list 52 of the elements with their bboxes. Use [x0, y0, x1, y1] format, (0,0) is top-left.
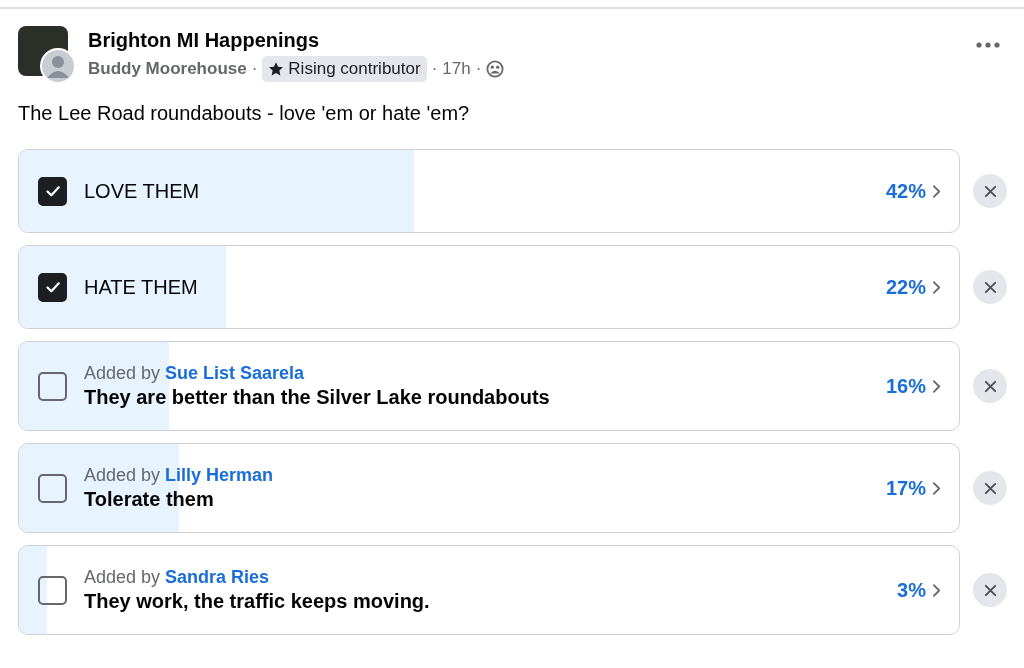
- more-icon: [976, 42, 1000, 48]
- close-icon: [982, 480, 998, 496]
- checkbox[interactable]: [38, 371, 67, 401]
- vote-percentage[interactable]: 42%: [885, 179, 926, 203]
- post-time[interactable]: 17h: [442, 59, 471, 79]
- remove-option-button[interactable]: [973, 471, 1007, 505]
- remove-option-button[interactable]: [973, 573, 1007, 607]
- badge-label: Rising contributor: [288, 59, 421, 79]
- checkbox[interactable]: [38, 575, 67, 605]
- remove-option-button[interactable]: [973, 369, 1007, 403]
- vote-percentage[interactable]: 22%: [885, 275, 926, 299]
- chevron-right-icon: [932, 378, 941, 394]
- close-icon: [982, 183, 998, 199]
- option-label: Tolerate them: [84, 487, 215, 512]
- remove-option-button[interactable]: [973, 270, 1007, 304]
- close-icon: [982, 279, 998, 295]
- poll-option[interactable]: Added by Sandra Ries They work, the traffic keeps moving. 3%: [18, 545, 960, 635]
- contributor-link[interactable]: Lilly Herman: [165, 464, 274, 486]
- separator: ·: [251, 59, 258, 79]
- poll-option[interactable]: Added by Lilly Herman Tolerate them 17%: [18, 443, 960, 533]
- checkbox[interactable]: [38, 272, 67, 302]
- option-label: LOVE THEM: [84, 179, 201, 204]
- chevron-right-icon: [932, 279, 941, 295]
- post-text: The Lee Road roundabouts - love 'em or hate 'em?: [17, 101, 471, 126]
- poll-option[interactable]: Added by Sue List Saarela They are better than the Silver Lake roundabouts 16%: [18, 341, 960, 431]
- vote-percentage[interactable]: 16%: [885, 374, 926, 398]
- separator: ·: [431, 59, 438, 79]
- poll-option[interactable]: LOVE THEM 42%: [18, 149, 960, 233]
- added-by-label: Added by: [84, 464, 161, 486]
- chevron-right-icon: [932, 582, 941, 598]
- group-name[interactable]: Brighton MI Happenings: [88, 27, 972, 53]
- added-by-label: Added by: [84, 362, 161, 384]
- checkbox[interactable]: [38, 176, 67, 206]
- option-label: They work, the traffic keeps moving.: [84, 589, 431, 614]
- author-name[interactable]: Buddy Moorehouse: [88, 59, 247, 79]
- close-icon: [982, 582, 998, 598]
- chevron-right-icon: [932, 183, 941, 199]
- option-label: HATE THEM: [84, 275, 199, 300]
- contributor-link[interactable]: Sue List Saarela: [165, 362, 305, 384]
- separator: ·: [475, 59, 482, 79]
- checkbox[interactable]: [38, 473, 67, 503]
- added-by-label: Added by: [84, 566, 161, 588]
- close-icon: [982, 378, 998, 394]
- chevron-right-icon: [932, 480, 941, 496]
- remove-option-button[interactable]: [973, 174, 1007, 208]
- contributor-link[interactable]: Sandra Ries: [165, 566, 270, 588]
- vote-percentage[interactable]: 17%: [885, 476, 926, 500]
- vote-percentage[interactable]: 3%: [897, 578, 926, 602]
- poll-option[interactable]: HATE THEM 22%: [18, 245, 960, 329]
- star-icon: [268, 61, 285, 77]
- group-avatar-drawing[interactable]: [18, 26, 76, 84]
- option-label: They are better than the Silver Lake roundabouts: [84, 385, 551, 410]
